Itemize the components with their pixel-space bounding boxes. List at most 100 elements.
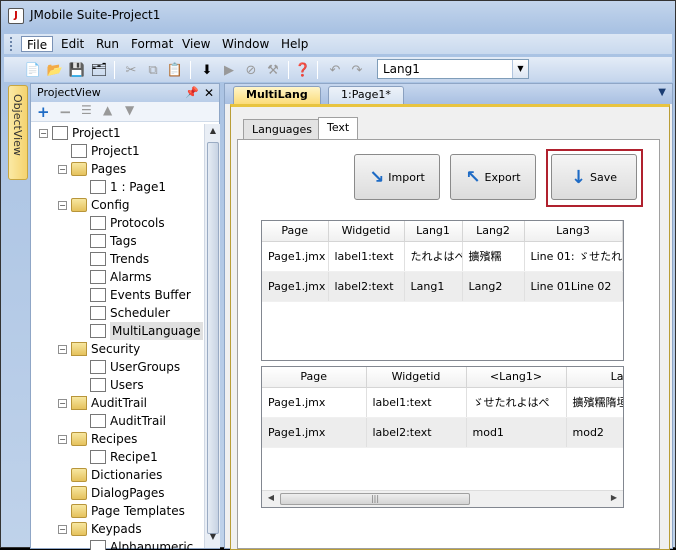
scroll-left-icon[interactable]: ◀ <box>264 493 278 505</box>
tree-item[interactable]: − Pages <box>58 160 126 178</box>
table-cell[interactable]: Page1.jmx <box>262 271 329 302</box>
language-select[interactable]: Lang1 ▼ <box>377 59 529 79</box>
tree-item[interactable]: − Project1 <box>39 124 121 142</box>
collapse-icon[interactable]: − <box>58 524 67 534</box>
tools-icon[interactable]: ⚒ <box>264 61 282 79</box>
stop-icon[interactable]: ⊘ <box>242 61 260 79</box>
save-button[interactable]: ↓ Save <box>551 154 637 200</box>
tab-languages[interactable]: Languages <box>243 119 322 140</box>
tree-item[interactable]: − Security <box>58 340 140 358</box>
column-header[interactable]: Page <box>262 221 329 242</box>
chevron-down-icon[interactable]: ▼ <box>512 60 528 78</box>
column-header[interactable]: Lang1 <box>404 221 463 242</box>
table-cell[interactable]: Lang2 <box>462 271 525 302</box>
pin-icon[interactable]: 📌 <box>185 84 199 102</box>
table-cell[interactable]: Line 01Line 02 <box>524 271 623 302</box>
column-header[interactable]: Lang3 <box>524 221 623 242</box>
table-cell[interactable]: mod2 <box>566 417 623 448</box>
table-cell[interactable]: 擴殯糯隋垣 <box>566 387 623 418</box>
tab-text[interactable]: Text <box>318 117 359 140</box>
menu-run[interactable]: Run <box>91 36 124 52</box>
move-up-icon[interactable]: ▲ <box>103 103 112 117</box>
menu-file[interactable]: File <box>21 36 54 52</box>
menu-help[interactable]: Help <box>276 36 313 52</box>
collapse-icon[interactable]: − <box>39 128 48 138</box>
menu-format[interactable]: Format <box>126 36 178 52</box>
new-file-icon[interactable]: 📄 <box>24 61 42 79</box>
save-all-icon[interactable]: 🗂 <box>90 61 108 79</box>
copy-icon[interactable]: ⧉ <box>144 61 162 79</box>
table-row[interactable]: Page1.jmx label2:text mod1 mod2 <box>262 417 623 448</box>
tree-item[interactable]: Events Buffer <box>77 286 191 304</box>
paste-icon[interactable]: 📋 <box>166 61 184 79</box>
add-icon[interactable]: + <box>37 103 50 121</box>
tree-item[interactable]: Alphanumeric <box>77 538 193 550</box>
column-header[interactable]: Page <box>262 367 367 388</box>
tree-item[interactable]: Users <box>77 376 144 394</box>
tree-item[interactable]: DialogPages <box>58 484 165 502</box>
tree-item[interactable]: − Recipes <box>58 430 137 448</box>
grid-horizontal-scrollbar[interactable]: ◀ ||| ▶ <box>262 490 623 507</box>
column-header[interactable]: Lang <box>566 367 623 388</box>
table-cell[interactable]: mod1 <box>466 417 567 448</box>
tree-item[interactable]: Alarms <box>77 268 152 286</box>
cut-icon[interactable]: ✂ <box>122 61 140 79</box>
move-down-icon[interactable]: ▼ <box>125 103 134 117</box>
tree-item[interactable]: MultiLanguage <box>77 322 203 340</box>
language-grid-bottom[interactable]: Page Widgetid <Lang1> Lang Page1.jmx lab… <box>261 366 624 508</box>
table-row[interactable]: Page1.jmx label1:text たれよはぺ 擴殯糯 Line 01:… <box>262 241 623 272</box>
collapse-icon[interactable]: − <box>58 344 67 354</box>
tree-item[interactable]: − Config <box>58 196 130 214</box>
tree-item[interactable]: Project1 <box>58 142 140 160</box>
table-cell[interactable]: label2:text <box>366 417 467 448</box>
import-button[interactable]: ↘ Import <box>354 154 440 200</box>
save-icon[interactable]: 💾 <box>68 61 86 79</box>
tree-item[interactable]: Protocols <box>77 214 165 232</box>
tree-item[interactable]: 1 : Page1 <box>77 178 166 196</box>
collapse-icon[interactable]: − <box>58 164 67 174</box>
objectview-side-tab[interactable]: ObjectView <box>8 85 28 180</box>
tree-item[interactable]: AuditTrail <box>77 412 166 430</box>
table-cell[interactable]: label1:text <box>328 241 405 272</box>
table-row[interactable]: Page1.jmx label2:text Lang1 Lang2 Line 0… <box>262 271 623 302</box>
tree-item[interactable]: Dictionaries <box>58 466 162 484</box>
collapse-icon[interactable]: − <box>58 200 67 210</box>
column-header[interactable]: <Lang1> <box>466 367 567 388</box>
open-folder-icon[interactable]: 📂 <box>46 61 64 79</box>
scroll-thumb[interactable] <box>207 142 219 534</box>
menu-view[interactable]: View <box>177 36 215 52</box>
language-grid-top[interactable]: Page Widgetid Lang1 Lang2 Lang3 Page1.jm… <box>261 220 624 361</box>
table-cell[interactable]: たれよはぺ <box>404 241 463 272</box>
column-header[interactable]: Widgetid <box>328 221 405 242</box>
table-cell[interactable]: Page1.jmx <box>262 387 367 418</box>
undo-icon[interactable]: ↶ <box>326 61 344 79</box>
tree-item[interactable]: Page Templates <box>58 502 185 520</box>
table-cell[interactable]: Page1.jmx <box>262 241 329 272</box>
scroll-right-icon[interactable]: ▶ <box>607 493 621 505</box>
tree-item[interactable]: − AuditTrail <box>58 394 147 412</box>
table-cell[interactable]: label1:text <box>366 387 467 418</box>
tree-item[interactable]: − Keypads <box>58 520 142 538</box>
table-cell[interactable]: Page1.jmx <box>262 417 367 448</box>
tree-item[interactable]: UserGroups <box>77 358 180 376</box>
tab-multilang[interactable]: MultiLang <box>233 86 321 104</box>
tree-item[interactable]: Trends <box>77 250 149 268</box>
help-icon[interactable]: ❓ <box>294 61 312 79</box>
scroll-down-icon[interactable]: ▼ <box>207 532 219 546</box>
column-header[interactable]: Widgetid <box>366 367 467 388</box>
scroll-thumb[interactable]: ||| <box>280 493 470 505</box>
table-cell[interactable]: label2:text <box>328 271 405 302</box>
tab-page1[interactable]: 1:Page1* <box>328 86 404 104</box>
table-cell[interactable]: 擴殯糯 <box>462 241 525 272</box>
redo-icon[interactable]: ↷ <box>348 61 366 79</box>
table-cell[interactable]: ゞせたれよはぺ <box>466 387 567 418</box>
tab-list-icon[interactable]: ▼ <box>658 87 666 98</box>
download-icon[interactable]: ⬇ <box>198 61 216 79</box>
run-icon[interactable]: ▶ <box>220 61 238 79</box>
remove-icon[interactable]: − <box>59 103 72 121</box>
table-row[interactable]: Page1.jmx label1:text ゞせたれよはぺ 擴殯糯隋垣 <box>262 387 623 418</box>
tree-item[interactable]: Scheduler <box>77 304 170 322</box>
table-cell[interactable]: Line 01: ゞせたれ... <box>524 241 623 272</box>
tree-item[interactable]: Recipe1 <box>77 448 158 466</box>
scroll-up-icon[interactable]: ▲ <box>207 126 219 140</box>
